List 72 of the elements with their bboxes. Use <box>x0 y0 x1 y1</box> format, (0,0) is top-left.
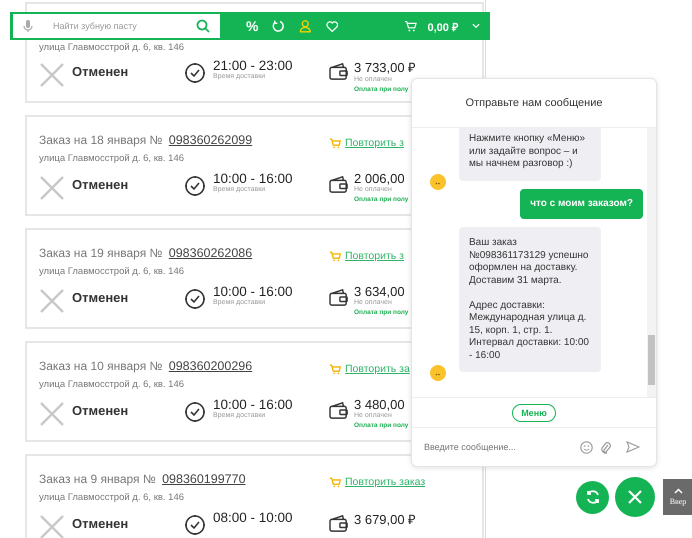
repeat-order-link[interactable]: Повторить за <box>345 363 410 375</box>
close-icon <box>628 490 642 504</box>
order-status: Отменен <box>72 64 128 79</box>
discount-link[interactable]: % <box>246 18 258 34</box>
delivery-address: улица Главмосстрой д. 6, кв. 146 <box>39 153 186 166</box>
delivery-address: улица Главмосстрой д. 6, кв. 146 <box>39 41 186 55</box>
order-title: Заказ на 18 января № <box>39 133 162 147</box>
bot-message: Ваш заказ №098361173129 успешно оформлен на доставку. Доставим 31 марта. Адрес доставки: Международная улица д. 15, корп. 1, стр. 1. Интервал доставки: 10:00 - 16:00 <box>459 227 601 372</box>
delivery-time: 10:00 - 16:00 <box>213 284 293 299</box>
delivery-address: улица Главмосстрой д. 6, кв. 146 <box>39 492 186 505</box>
close-button[interactable] <box>615 477 655 517</box>
wallet-icon <box>329 401 349 419</box>
cross-icon <box>39 62 65 88</box>
refresh-button[interactable] <box>576 480 609 514</box>
delivery-time: 21:00 - 23:00 <box>213 58 293 73</box>
cart-icon <box>329 476 341 488</box>
cross-icon <box>39 401 65 427</box>
order-number-link[interactable]: 098360262086 <box>168 246 252 260</box>
repeat-order-link[interactable]: Повторить з <box>345 137 404 149</box>
cart-icon[interactable] <box>404 20 418 32</box>
order-number-link[interactable]: 098360262099 <box>168 133 252 147</box>
wallet-icon <box>329 514 349 532</box>
chevron-up-icon <box>674 488 682 494</box>
scrollbar[interactable] <box>647 128 656 397</box>
delivery-address: улица Главмосстрой д. 6, кв. 146 <box>39 379 186 392</box>
paperclip-icon[interactable] <box>600 440 611 454</box>
send-icon[interactable] <box>626 441 640 453</box>
bot-avatar-icon <box>430 174 446 190</box>
order-title: Заказ на 19 января № <box>39 246 162 260</box>
order-amount: 3 679,00 ₽ <box>354 511 416 528</box>
order-amount: 3 634,00 <box>354 284 406 299</box>
delivery-time: 08:00 - 10:00 <box>213 510 293 525</box>
menu-button[interactable]: Меню <box>512 404 556 422</box>
wallet-icon <box>329 288 349 306</box>
order-status: Отменен <box>72 403 128 418</box>
delivery-time: 10:00 - 16:00 <box>213 397 293 412</box>
user-message: что с моим заказом? <box>520 188 643 219</box>
order-status: Отменен <box>72 177 128 192</box>
delivery-address: улица Главмосстрой д. 6, кв. 146 <box>39 266 186 279</box>
microphone-icon[interactable] <box>23 19 33 33</box>
cross-icon <box>39 288 65 314</box>
order-number-link[interactable]: 098360200296 <box>168 359 252 373</box>
emoji-icon[interactable] <box>580 440 593 454</box>
order-number-link[interactable]: 098360199770 <box>162 472 246 486</box>
search-field[interactable]: Найти зубную пасту <box>13 14 220 38</box>
bot-message: Нажмите кнопку «Меню» или задайте вопрос – и мы начнем разговор :) <box>459 128 601 180</box>
cart-icon <box>329 138 341 148</box>
order-amount: 2 006,00 <box>354 171 406 186</box>
cart-icon <box>329 250 341 262</box>
bot-avatar-icon <box>430 365 446 381</box>
delivery-time: 10:00 - 16:00 <box>213 171 293 186</box>
refresh-icon <box>584 489 600 505</box>
repeat-order-link[interactable]: Повторить з <box>345 250 404 262</box>
order-title: Заказ на 9 января № <box>39 472 156 486</box>
order-status: Отменен <box>72 290 128 305</box>
order-title: Заказ на 10 января № <box>39 359 162 373</box>
cart-total[interactable]: 0,00 ₽ <box>427 18 458 34</box>
cart-icon <box>329 364 341 374</box>
refresh-icon[interactable] <box>272 19 285 33</box>
cross-icon <box>39 514 65 538</box>
scroll-to-top-button[interactable]: Ввер <box>663 479 692 515</box>
order-amount: 3 480,00 <box>354 397 406 412</box>
search-icon[interactable] <box>196 19 210 33</box>
wallet-icon <box>329 62 349 80</box>
user-icon[interactable] <box>299 19 312 33</box>
wallet-icon <box>329 175 349 193</box>
chevron-down-icon[interactable] <box>472 23 480 29</box>
cross-icon <box>39 175 65 201</box>
order-amount: 3 733,00 ₽ <box>354 59 416 76</box>
repeat-order-link[interactable]: Повторить заказ <box>345 476 426 488</box>
heart-icon[interactable] <box>326 20 338 32</box>
order-status: Отменен <box>72 516 128 531</box>
